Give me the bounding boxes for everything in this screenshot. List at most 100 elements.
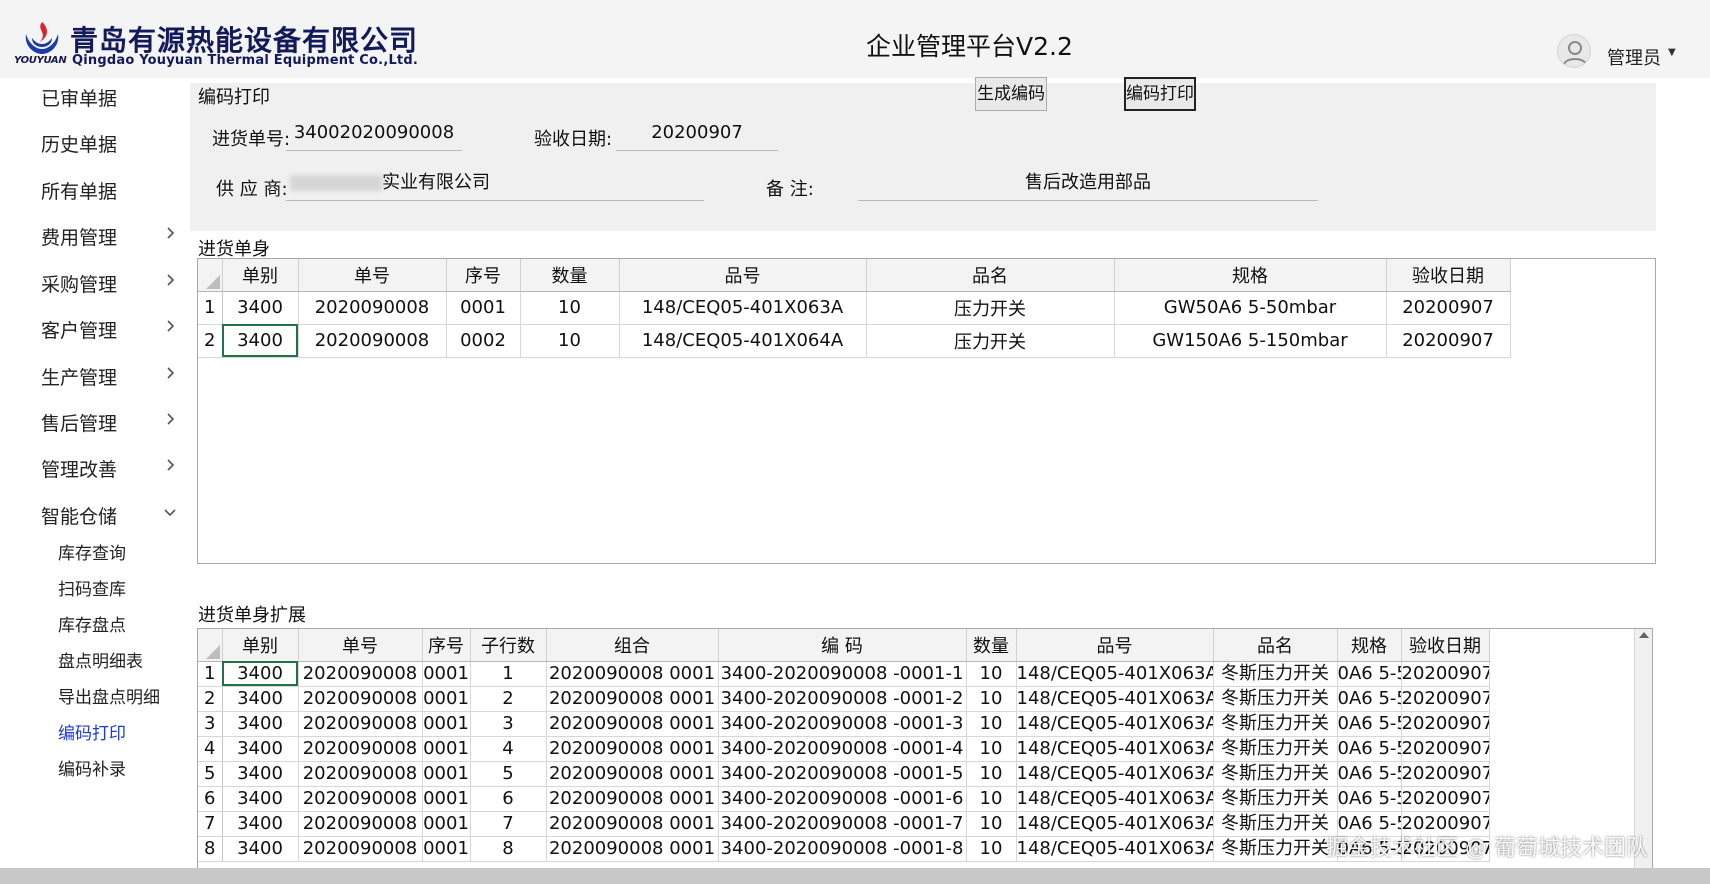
table-cell[interactable]: 冬斯压力开关 [1213,761,1338,787]
table-cell[interactable]: 冬斯压力开关 [1213,661,1338,687]
table-cell[interactable]: 0001 [422,711,471,737]
row-number[interactable]: 4 [198,736,223,762]
table-cell[interactable]: 3400-2020090008 -0001-7 [718,811,967,837]
table-cell[interactable]: 0A6 5-50 [1337,711,1402,737]
table-cell[interactable]: 10 [520,291,620,325]
table-cell[interactable]: 3400-2020090008 -0001-2 [718,686,967,712]
table-cell[interactable]: 压力开关 [866,291,1115,325]
table-cell[interactable]: 0001 [422,661,471,687]
table-cell[interactable]: 10 [966,736,1017,762]
table-cell[interactable]: 5 [470,761,547,787]
table-cell[interactable]: 3400 [222,686,299,712]
table-cell[interactable]: GW50A6 5-50mbar [1114,291,1387,325]
column-header[interactable]: 品名 [866,259,1115,292]
table-cell[interactable]: 20200907 [1386,324,1511,358]
table-cell[interactable]: 148/CEQ05-401X063A [1016,786,1214,812]
table-cell[interactable]: 3400 [222,836,299,862]
grid-corner[interactable] [198,259,223,292]
table-cell[interactable]: 20200907 [1401,661,1490,687]
table-cell[interactable]: 2020090008 0001 [546,711,719,737]
table-cell[interactable]: 2020090008 [298,686,423,712]
table-cell[interactable]: 3400-2020090008 -0001-1 [718,661,967,687]
table-row[interactable]: 4 3400 2020090008 0001 4 2020090008 0001 3400-… [198,736,1490,762]
table-cell[interactable]: 10 [966,761,1017,787]
table-cell[interactable]: 压力开关 [866,324,1115,358]
table-cell[interactable]: 0001 [446,291,521,325]
user-avatar-icon[interactable] [1557,34,1591,68]
table-cell[interactable]: 0001 [422,786,471,812]
table-cell[interactable]: 3400 [222,811,299,837]
table-cell[interactable]: 20200907 [1386,291,1511,325]
table-cell[interactable]: 0A6 5-50 [1337,736,1402,762]
table-cell[interactable]: 2020090008 [298,811,423,837]
order-no-field[interactable]: 34002020090008 [286,119,462,151]
table-cell[interactable]: 20200907 [1401,761,1490,787]
column-header[interactable]: 单号 [298,629,423,662]
table-row[interactable]: 2 3400 2020090008 0002 10 148/CEQ05-401X064A 压… [198,324,1511,358]
column-header[interactable]: 序号 [422,629,471,662]
table-cell[interactable]: 冬斯压力开关 [1213,711,1338,737]
table-cell[interactable]: 3400-2020090008 -0001-8 [718,836,967,862]
column-header[interactable]: 验收日期 [1386,259,1511,292]
caret-down-icon[interactable]: ▼ [1668,47,1676,58]
table-cell[interactable]: 0001 [422,686,471,712]
sidebar-item[interactable]: 历史单据 [14,124,189,164]
table-cell[interactable]: 20200907 [1401,711,1490,737]
table-cell[interactable]: 8 [470,836,547,862]
column-header[interactable]: 单别 [222,259,299,292]
table-row[interactable]: 1 3400 2020090008 0001 1 2020090008 0001 3400-… [198,661,1490,687]
table-cell[interactable]: 2020090008 0001 [546,736,719,762]
user-menu[interactable]: 管理员 [1607,44,1661,70]
column-header[interactable]: 单别 [222,629,299,662]
table-cell[interactable]: 2 [470,686,547,712]
row-number[interactable]: 1 [198,291,223,325]
column-header[interactable]: 数量 [520,259,620,292]
table-cell[interactable]: 148/CEQ05-401X063A [1016,811,1214,837]
table-cell[interactable]: 冬斯压力开关 [1213,736,1338,762]
table-cell[interactable]: 2020090008 0001 [546,661,719,687]
column-header[interactable]: 子行数 [470,629,547,662]
table-cell[interactable]: 2020090008 [298,761,423,787]
column-header[interactable]: 品号 [619,259,867,292]
sidebar-subitem[interactable]: 扫码查库 [58,575,126,600]
table-row[interactable]: 1 3400 2020090008 0001 10 148/CEQ05-401X063A 压… [198,291,1511,325]
sidebar-item[interactable]: 费用管理 [14,217,189,257]
row-number[interactable]: 5 [198,761,223,787]
column-header[interactable]: 编 码 [718,629,967,662]
table-cell[interactable]: 3400 [222,291,299,325]
column-header[interactable]: 序号 [446,259,521,292]
table-cell[interactable]: 20200907 [1401,686,1490,712]
row-number[interactable]: 6 [198,786,223,812]
table-cell[interactable]: 10 [966,811,1017,837]
column-header[interactable]: 品名 [1213,629,1338,662]
sidebar-subitem[interactable]: 库存盘点 [58,611,126,636]
table-cell[interactable]: 2020090008 [298,291,447,325]
table-cell[interactable]: 0002 [446,324,521,358]
table-cell[interactable]: 3400 [222,761,299,787]
table-cell[interactable]: 20200907 [1401,786,1490,812]
table-cell[interactable]: 0A6 5-50 [1337,661,1402,687]
table-row[interactable]: 2 3400 2020090008 0001 2 2020090008 0001 3400-… [198,686,1490,712]
column-header[interactable]: 规格 [1337,629,1402,662]
table-cell[interactable]: 148/CEQ05-401X063A [1016,661,1214,687]
table-cell[interactable]: 148/CEQ05-401X063A [1016,736,1214,762]
table-cell[interactable]: 2020090008 0001 [546,761,719,787]
table-cell[interactable]: 3400 [222,786,299,812]
table-cell[interactable]: 0001 [422,736,471,762]
print-code-button[interactable]: 编码打印 [1124,77,1196,111]
column-header[interactable]: 品号 [1016,629,1214,662]
sidebar-item[interactable]: 客户管理 [14,310,189,350]
table-cell[interactable]: GW150A6 5-150mbar [1114,324,1387,358]
table-cell[interactable]: 0001 [422,836,471,862]
table-cell[interactable]: 148/CEQ05-401X063A [619,291,867,325]
table-cell[interactable]: 0001 [422,811,471,837]
table-cell[interactable]: 10 [966,661,1017,687]
column-header[interactable]: 规格 [1114,259,1387,292]
sidebar-subitem[interactable]: 导出盘点明细 [58,683,160,708]
sidebar-subitem[interactable]: 编码打印 [58,719,126,744]
table-cell[interactable]: 148/CEQ05-401X063A [1016,836,1214,862]
table-cell[interactable]: 3400-2020090008 -0001-5 [718,761,967,787]
table-cell[interactable]: 冬斯压力开关 [1213,836,1338,862]
table-cell[interactable]: 148/CEQ05-401X063A [1016,761,1214,787]
sidebar-item[interactable]: 所有单据 [14,171,189,211]
